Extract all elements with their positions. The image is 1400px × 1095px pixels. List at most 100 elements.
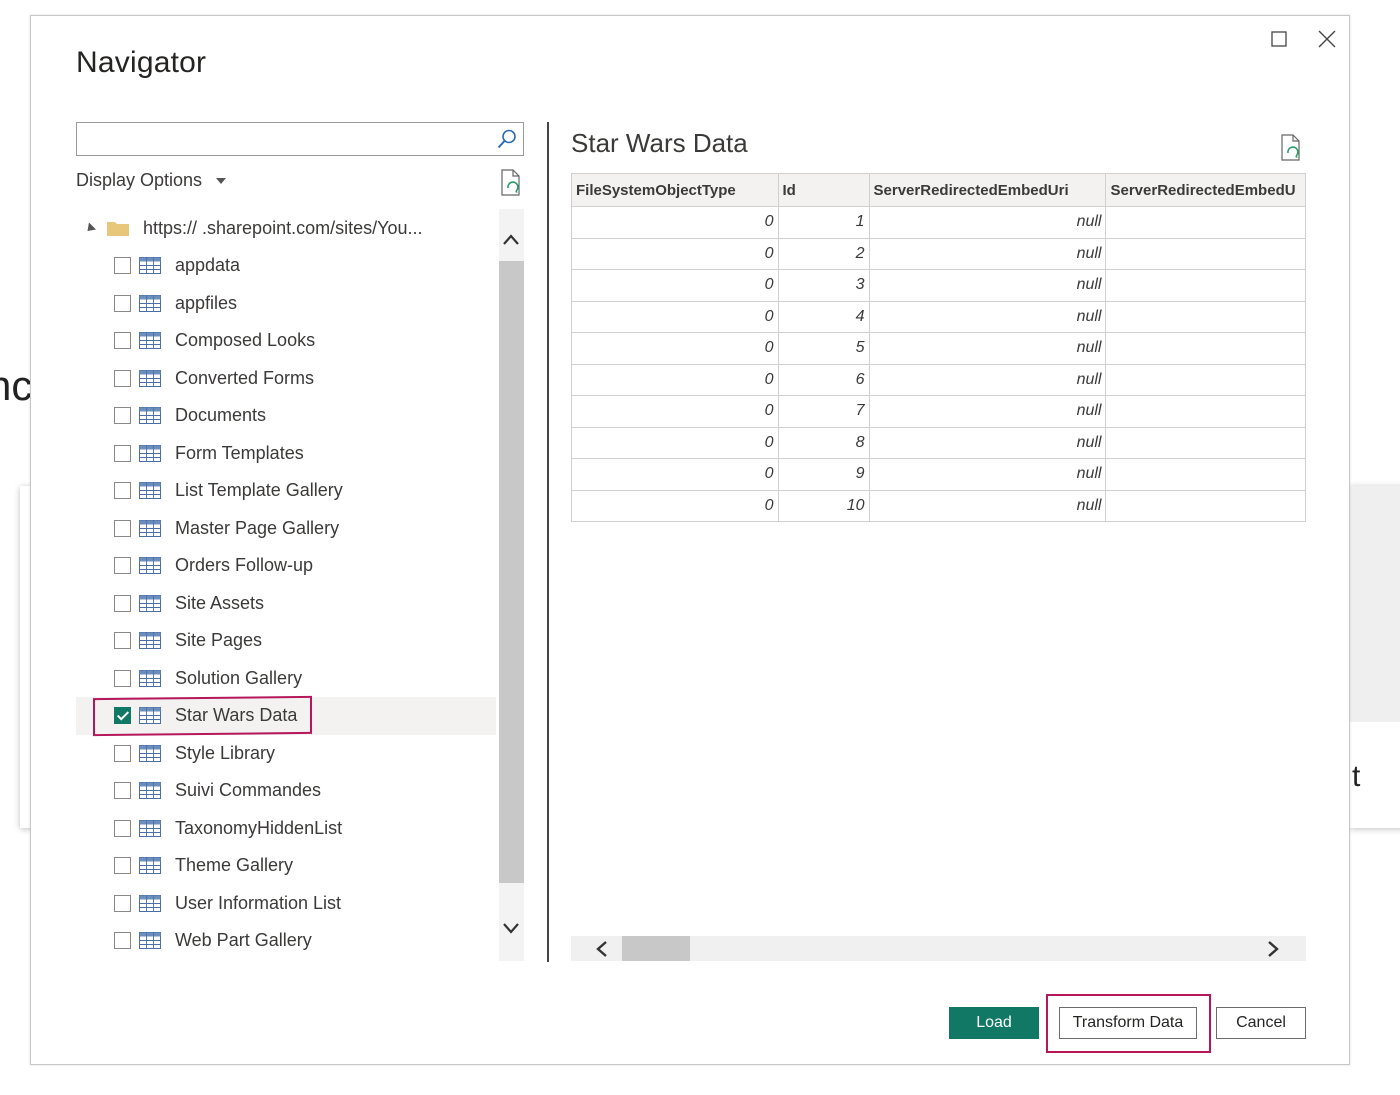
- tree-item[interactable]: Theme Gallery: [76, 847, 496, 885]
- tree-root-node[interactable]: https:// .sharepoint.com/sites/You...: [76, 209, 526, 247]
- cancel-button[interactable]: Cancel: [1216, 1007, 1306, 1039]
- preview-grid: FileSystemObjectType Id ServerRedirectedEm…: [571, 173, 1306, 523]
- tree-item[interactable]: Style Library: [76, 735, 496, 773]
- item-checkbox[interactable]: [114, 332, 131, 350]
- maximize-button[interactable]: [1266, 26, 1292, 52]
- item-checkbox[interactable]: [114, 819, 131, 837]
- tree-item[interactable]: Star Wars Data: [76, 697, 496, 735]
- background-text-left: nc: [0, 362, 30, 409]
- tree-item-label: List Template Gallery: [175, 480, 343, 501]
- search-box: [76, 122, 524, 156]
- table-cell: [1105, 458, 1306, 491]
- tree-item[interactable]: Site Assets: [76, 585, 496, 623]
- table-icon: [139, 857, 161, 875]
- item-checkbox[interactable]: [114, 557, 131, 575]
- transform-data-button[interactable]: Transform Data: [1059, 1007, 1197, 1039]
- tree-item[interactable]: User Information List: [76, 885, 496, 923]
- refresh-preview-icon[interactable]: [1279, 134, 1303, 162]
- preview-scrollbar-thumb[interactable]: [622, 936, 690, 961]
- table-icon: [139, 932, 161, 950]
- item-checkbox[interactable]: [114, 932, 131, 950]
- item-checkbox[interactable]: [114, 707, 131, 725]
- table-cell: 6: [777, 363, 870, 396]
- tree-item[interactable]: appdata: [76, 247, 496, 285]
- table-cell: 2: [777, 237, 870, 270]
- tree-item[interactable]: Web Part Gallery: [76, 922, 496, 960]
- item-checkbox[interactable]: [114, 444, 131, 462]
- column-header[interactable]: ServerRedirectedEmbedUri: [868, 173, 1107, 207]
- tree-item-label: Solution Gallery: [175, 667, 303, 688]
- table-cell: 9: [777, 458, 870, 491]
- column-header[interactable]: Id: [777, 173, 870, 207]
- tree-item[interactable]: Composed Looks: [76, 322, 496, 360]
- table-cell: [1105, 269, 1306, 302]
- tree-item[interactable]: Orders Follow-up: [76, 547, 496, 585]
- column-header[interactable]: FileSystemObjectType: [571, 173, 779, 207]
- table-cell: 1: [777, 206, 870, 239]
- tree-item[interactable]: Form Templates: [76, 435, 496, 473]
- item-checkbox[interactable]: [114, 407, 131, 425]
- table-cell: 0: [571, 237, 779, 270]
- item-checkbox[interactable]: [114, 294, 131, 312]
- tree-scrollbar[interactable]: [499, 209, 524, 961]
- table-cell: null: [868, 489, 1107, 522]
- item-checkbox[interactable]: [114, 632, 131, 650]
- table-icon: [139, 594, 161, 612]
- item-checkbox[interactable]: [114, 519, 131, 537]
- table-cell: 4: [777, 300, 870, 333]
- scroll-up-icon[interactable]: [501, 231, 521, 249]
- expand-arrow-icon[interactable]: [83, 221, 97, 235]
- tree-item[interactable]: TaxonomyHiddenList: [76, 810, 496, 848]
- table-cell: [1105, 237, 1306, 270]
- tree-item[interactable]: appfiles: [76, 285, 496, 323]
- table-icon: [139, 632, 161, 650]
- table-cell: 5: [777, 332, 870, 365]
- table-cell: 0: [571, 332, 779, 365]
- tree-item[interactable]: Solution Gallery: [76, 660, 496, 698]
- tree-item-label: User Information List: [175, 892, 342, 913]
- item-checkbox[interactable]: [114, 369, 131, 387]
- scroll-right-icon[interactable]: [1264, 939, 1282, 959]
- tree-root-label: https:// .sharepoint.com/sites/You...: [143, 217, 423, 238]
- tree-item[interactable]: Converted Forms: [76, 360, 496, 398]
- tree-item[interactable]: List Template Gallery: [76, 472, 496, 510]
- item-checkbox[interactable]: [114, 482, 131, 500]
- table-icon: [139, 819, 161, 837]
- scroll-left-icon[interactable]: [593, 939, 611, 959]
- display-options-dropdown[interactable]: Display Options: [76, 170, 227, 191]
- item-checkbox[interactable]: [114, 257, 131, 275]
- item-checkbox[interactable]: [114, 782, 131, 800]
- item-checkbox[interactable]: [114, 894, 131, 912]
- pane-divider[interactable]: [547, 122, 549, 962]
- table-icon: [139, 519, 161, 537]
- scroll-down-icon[interactable]: [501, 919, 521, 937]
- table-cell: 10: [777, 489, 870, 522]
- refresh-icon[interactable]: [499, 169, 523, 197]
- search-icon[interactable]: [496, 128, 518, 150]
- item-checkbox[interactable]: [114, 594, 131, 612]
- column-header[interactable]: ServerRedirectedEmbedU: [1105, 173, 1306, 207]
- tree-item-label: Site Assets: [175, 592, 265, 613]
- item-checkbox[interactable]: [114, 669, 131, 687]
- tree-item-label: Site Pages: [175, 630, 263, 651]
- preview-horizontal-scrollbar[interactable]: [571, 936, 1306, 961]
- load-button[interactable]: Load: [949, 1007, 1039, 1039]
- navigator-dialog: Navigator Display Options https:// .shar…: [30, 15, 1350, 1065]
- tree-item[interactable]: Suivi Commandes: [76, 772, 496, 810]
- tree-item-label: TaxonomyHiddenList: [175, 817, 343, 838]
- table-row: 0 2 null: [571, 237, 1306, 270]
- item-checkbox[interactable]: [114, 857, 131, 875]
- search-input[interactable]: [83, 123, 497, 155]
- tree-item[interactable]: Documents: [76, 397, 496, 435]
- table-cell: null: [868, 363, 1107, 396]
- tree-item[interactable]: Master Page Gallery: [76, 510, 496, 548]
- tree-item[interactable]: Site Pages: [76, 622, 496, 660]
- display-options-label: Display Options: [76, 170, 203, 190]
- table-icon: [139, 894, 161, 912]
- item-checkbox[interactable]: [114, 744, 131, 762]
- close-button[interactable]: [1314, 26, 1340, 52]
- table-cell: 3: [777, 269, 870, 302]
- table-row: 0 5 null: [571, 332, 1306, 365]
- table-icon: [139, 332, 161, 350]
- tree-scrollbar-thumb[interactable]: [499, 261, 524, 883]
